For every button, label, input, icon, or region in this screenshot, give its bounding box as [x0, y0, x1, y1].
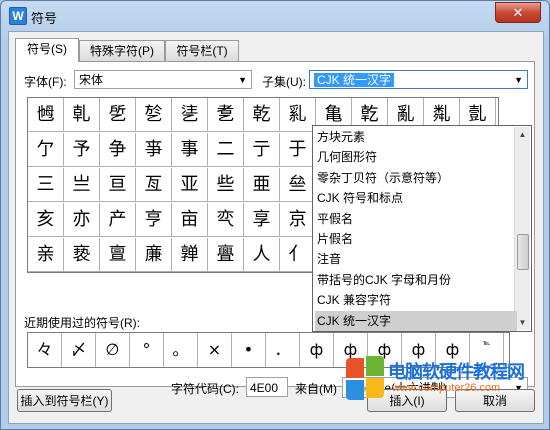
- watermark-url: www.computer26.com: [392, 382, 501, 394]
- chevron-down-icon: ▼: [238, 75, 247, 85]
- font-select[interactable]: 宋体 ▼: [74, 70, 252, 89]
- symbol-cell[interactable]: 乼: [172, 98, 208, 132]
- symbol-cell[interactable]: 亊: [136, 133, 172, 167]
- wps-app-icon: W: [9, 7, 27, 25]
- symbol-cell[interactable]: 亸: [172, 238, 208, 272]
- subset-label: 子集(U):: [262, 75, 306, 89]
- recent-symbol-cell[interactable]: °: [130, 333, 164, 367]
- symbol-cell[interactable]: 些: [208, 168, 244, 202]
- symbol-cell[interactable]: 亩: [172, 203, 208, 237]
- close-button[interactable]: ✕: [495, 2, 541, 23]
- from-label: 来自(M): [295, 382, 337, 396]
- recent-symbol-cell[interactable]: ф: [300, 333, 334, 367]
- symbol-cell[interactable]: 亷: [136, 238, 172, 272]
- chevron-down-icon: ▼: [514, 75, 523, 85]
- symbol-cell[interactable]: 亗: [64, 168, 100, 202]
- symbol-cell[interactable]: 亪: [208, 203, 244, 237]
- char-code-label: 字符代码(C):: [171, 382, 239, 396]
- recent-symbol-cell[interactable]: ×: [198, 333, 232, 367]
- subset-option[interactable]: 方块元素: [315, 127, 517, 147]
- subset-option[interactable]: 带括号的CJK 字母和月份: [315, 270, 517, 290]
- symbol-cell[interactable]: 二: [208, 133, 244, 167]
- symbol-cell[interactable]: 事: [172, 133, 208, 167]
- site-watermark: 电脑软硬件教程网 www.computer26.com: [336, 354, 541, 404]
- symbol-cell[interactable]: 乽: [208, 98, 244, 132]
- watermark-title: 电脑软硬件教程网: [388, 362, 525, 382]
- symbol-cell[interactable]: 乺: [100, 98, 136, 132]
- recent-symbol-cell[interactable]: ．: [266, 333, 300, 367]
- recent-symbols-label: 近期使用过的符号(R):: [24, 316, 140, 330]
- symbol-cell[interactable]: 亨: [136, 203, 172, 237]
- scroll-down-arrow-icon[interactable]: ▼: [515, 315, 530, 330]
- font-select-value: 宋体: [79, 73, 104, 87]
- symbol-cell[interactable]: 乾: [244, 98, 280, 132]
- symbol-cell[interactable]: 予: [64, 133, 100, 167]
- symbol-cell[interactable]: 乹: [64, 98, 100, 132]
- symbol-cell[interactable]: 乸: [28, 98, 64, 132]
- symbol-cell[interactable]: 亶: [100, 238, 136, 272]
- recent-symbol-cell[interactable]: ∅: [96, 333, 130, 367]
- subset-option[interactable]: CJK 符号和标点: [315, 188, 517, 208]
- symbol-cell[interactable]: 亻: [280, 238, 316, 272]
- subset-option[interactable]: 注音: [315, 249, 517, 269]
- insert-to-symbol-bar-button[interactable]: 插入到符号栏(Y): [17, 389, 112, 412]
- scroll-up-arrow-icon[interactable]: ▲: [515, 127, 530, 142]
- symbol-cell[interactable]: 亘: [100, 168, 136, 202]
- symbol-cell[interactable]: 亇: [28, 133, 64, 167]
- symbol-cell[interactable]: 乿: [280, 98, 316, 132]
- symbol-cell[interactable]: 京: [280, 203, 316, 237]
- symbol-cell[interactable]: 亙: [136, 168, 172, 202]
- symbol-cell[interactable]: 争: [100, 133, 136, 167]
- subset-option[interactable]: 平假名: [315, 209, 517, 229]
- tab-special-characters[interactable]: 特殊字符(P): [79, 40, 165, 61]
- subset-option[interactable]: 片假名: [315, 229, 517, 249]
- symbol-cell[interactable]: 亚: [172, 168, 208, 202]
- subset-option[interactable]: 零杂丁贝符（示意符等）: [315, 168, 517, 188]
- symbol-cell[interactable]: 乻: [136, 98, 172, 132]
- symbol-cell[interactable]: 于: [280, 133, 316, 167]
- scrollbar-thumb[interactable]: [517, 234, 529, 270]
- symbol-cell[interactable]: 三: [28, 168, 64, 202]
- symbol-cell[interactable]: 人: [244, 238, 280, 272]
- tab-symbols[interactable]: 符号(S): [15, 38, 79, 62]
- char-code-input[interactable]: 4E00: [246, 377, 288, 397]
- recent-symbol-cell[interactable]: •: [232, 333, 266, 367]
- recent-symbol-cell[interactable]: 々: [28, 333, 62, 367]
- symbol-cell[interactable]: 亜: [244, 168, 280, 202]
- subset-option[interactable]: CJK 兼容字符: [315, 290, 517, 310]
- symbol-cell[interactable]: 亝: [280, 168, 316, 202]
- symbol-cell[interactable]: 亹: [208, 238, 244, 272]
- symbol-cell[interactable]: 亍: [244, 133, 280, 167]
- symbol-cell[interactable]: 享: [244, 203, 280, 237]
- window-title: 符号: [31, 11, 58, 26]
- symbol-dialog: W 符号 ✕ 符号(S) 特殊字符(P) 符号栏(T) 字体(F): 宋体 ▼ …: [0, 0, 550, 430]
- windows-logo-icon: [346, 356, 386, 400]
- subset-select[interactable]: CJK 统一汉字 ▼: [309, 70, 528, 89]
- recent-symbol-cell[interactable]: 。: [164, 333, 198, 367]
- subset-option[interactable]: CJK 统一汉字: [315, 310, 517, 331]
- symbol-cell[interactable]: 亵: [64, 238, 100, 272]
- symbols-panel: 字体(F): 宋体 ▼ 子集(U): CJK 统一汉字 ▼ 乸乹乺乻乼乽乾乿亀亁…: [15, 61, 535, 398]
- symbol-cell[interactable]: 产: [100, 203, 136, 237]
- symbol-cell[interactable]: 亲: [28, 238, 64, 272]
- recent-symbol-cell[interactable]: 〆: [62, 333, 96, 367]
- title-bar: W 符号 ✕: [1, 1, 549, 31]
- symbol-cell[interactable]: 亥: [28, 203, 64, 237]
- subset-dropdown-list: ▲ ▼ 方块元素 几何图形符 零杂丁贝符（示意符等） CJK 符号和标点 平假名 片假名注…: [312, 125, 532, 332]
- symbol-cell[interactable]: 亦: [64, 203, 100, 237]
- subset-select-value: CJK 统一汉字: [314, 73, 395, 87]
- font-label: 字体(F):: [24, 75, 67, 89]
- subset-option[interactable]: 几何图形符: [315, 147, 517, 167]
- tab-symbol-bar[interactable]: 符号栏(T): [165, 40, 239, 61]
